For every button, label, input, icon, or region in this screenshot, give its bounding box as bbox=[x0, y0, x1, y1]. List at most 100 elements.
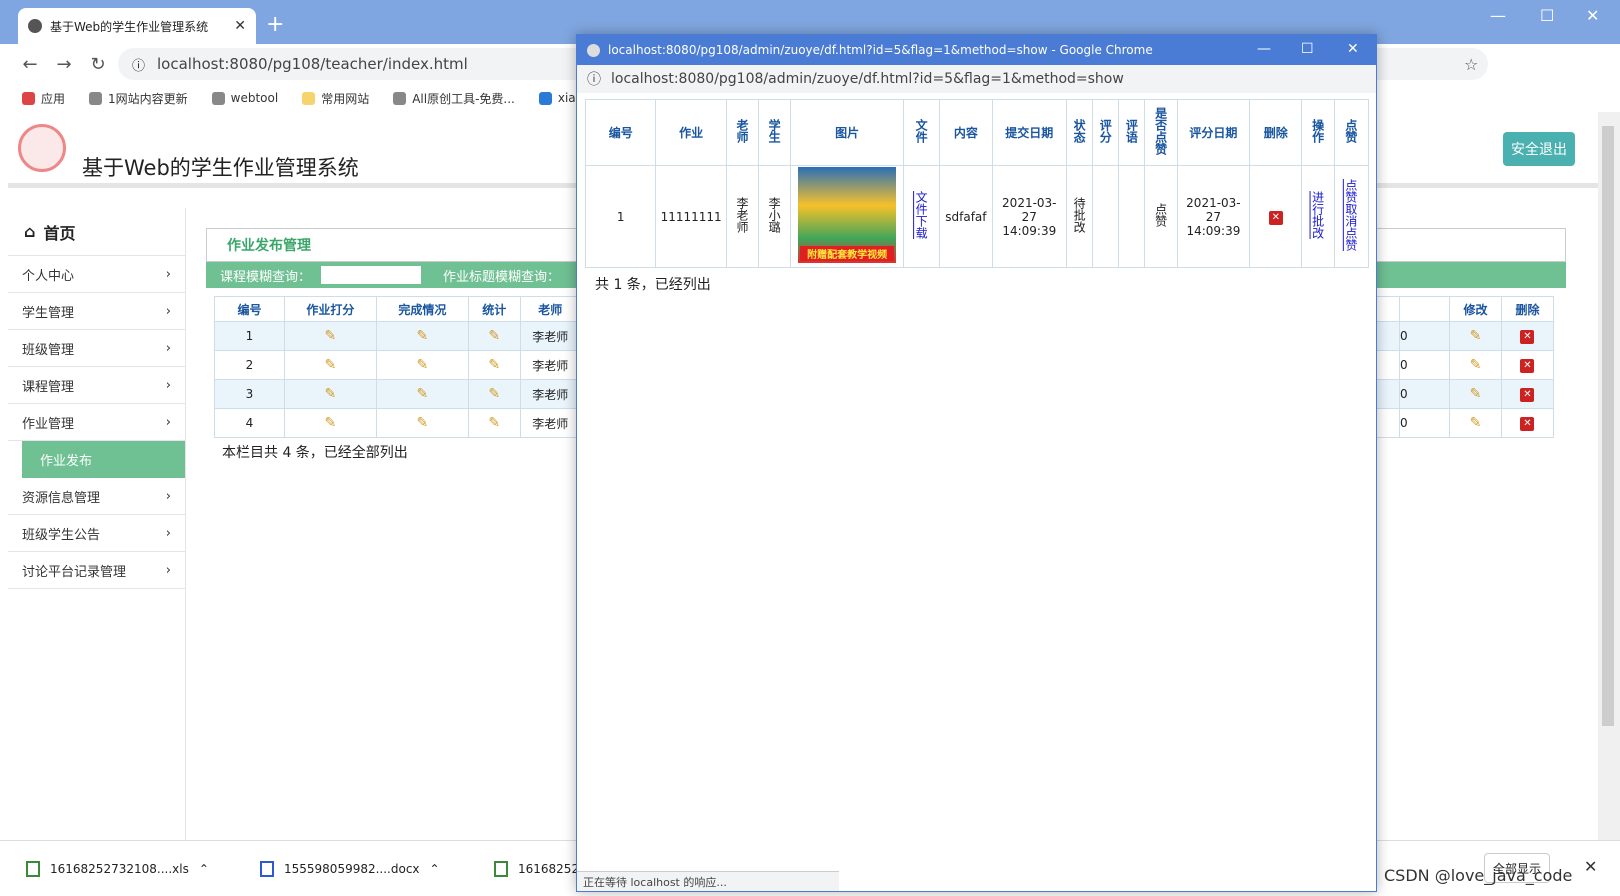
pencil-icon[interactable]: ✎ bbox=[325, 386, 337, 402]
delete-icon[interactable]: ✕ bbox=[1520, 359, 1535, 373]
col-header: 点赞 bbox=[1343, 119, 1358, 143]
bookmark-item[interactable]: 常用网站 bbox=[302, 90, 369, 107]
popup-address: ⓘ localhost:8080/pg108/admin/zuoye/df.ht… bbox=[577, 65, 1376, 93]
delete-icon[interactable]: ✕ bbox=[1268, 210, 1283, 225]
pencil-icon[interactable]: ✎ bbox=[416, 386, 428, 402]
col-header: 完成情况 bbox=[375, 296, 469, 322]
pencil-icon[interactable]: ✎ bbox=[488, 357, 500, 373]
sidebar-item-homework[interactable]: 作业管理 › bbox=[8, 404, 185, 441]
pencil-icon[interactable]: ✎ bbox=[416, 357, 428, 373]
download-item[interactable]: 16168252732108....xls ⌃ bbox=[26, 860, 226, 877]
col-header: 老师 bbox=[734, 119, 749, 143]
col-header: 操作 bbox=[1310, 119, 1325, 143]
book-cover-image[interactable]: 附赠配套教学视频 bbox=[798, 167, 897, 263]
col-header: 作业 bbox=[655, 99, 727, 166]
new-tab-button[interactable]: + bbox=[266, 12, 284, 37]
info-icon: ⓘ bbox=[132, 58, 146, 74]
pencil-icon[interactable]: ✎ bbox=[416, 328, 428, 344]
browser-tab[interactable]: 基于Web的学生作业管理系统 ✕ bbox=[18, 8, 256, 44]
bookmark-item[interactable]: 1网站内容更新 bbox=[89, 90, 188, 107]
popup-url: localhost:8080/pg108/admin/zuoye/df.html… bbox=[611, 71, 1124, 87]
maximize-icon[interactable]: ☐ bbox=[1540, 6, 1554, 25]
chevron-right-icon: › bbox=[165, 303, 171, 319]
scroll-thumb[interactable] bbox=[1602, 126, 1614, 726]
docx-file-icon bbox=[260, 860, 274, 877]
table-row: 1 11111111 李老师 李小璐 附赠配套教学视频 文件下载 sdfafaf… bbox=[584, 165, 1370, 268]
sidebar-subitem-publish[interactable]: 作业发布 bbox=[22, 441, 185, 478]
popup-maximize-icon[interactable]: ☐ bbox=[1301, 41, 1314, 57]
course-search-label: 课程模糊查询： bbox=[220, 269, 312, 285]
cell-content: sdfafaf bbox=[939, 165, 993, 268]
popup-titlebar: localhost:8080/pg108/admin/zuoye/df.html… bbox=[577, 35, 1376, 65]
course-search-input[interactable] bbox=[321, 266, 422, 284]
logo-icon bbox=[18, 124, 66, 172]
delete-icon[interactable]: ✕ bbox=[1520, 388, 1535, 402]
globe-icon bbox=[587, 43, 600, 57]
chevron-right-icon: › bbox=[165, 377, 171, 393]
bookmark-item[interactable]: webtool bbox=[211, 91, 278, 105]
col-header-hidden bbox=[1399, 296, 1450, 322]
sidebar-item-discussion[interactable]: 讨论平台记录管理 › bbox=[8, 552, 185, 589]
home-icon: ⌂ bbox=[24, 222, 36, 241]
edit-icon[interactable]: ✎ bbox=[1470, 415, 1482, 431]
delete-icon[interactable]: ✕ bbox=[1520, 417, 1535, 431]
back-icon[interactable]: ← bbox=[16, 54, 44, 75]
status-bar: 正在等待 localhost 的响应... bbox=[577, 871, 839, 891]
sidebar-item-notices[interactable]: 班级学生公告 › bbox=[8, 515, 185, 552]
edit-icon[interactable]: ✎ bbox=[1470, 328, 1482, 344]
delete-icon[interactable]: ✕ bbox=[1520, 330, 1535, 344]
col-header: 统计 bbox=[467, 296, 521, 322]
grade-link[interactable]: 进行批改 bbox=[1310, 191, 1327, 239]
close-tab-icon[interactable]: ✕ bbox=[234, 18, 246, 34]
col-header: 提交日期 bbox=[991, 99, 1068, 166]
col-header: 评分 bbox=[1098, 119, 1113, 143]
edit-icon[interactable]: ✎ bbox=[1470, 357, 1482, 373]
sidebar-home[interactable]: ⌂ 首页 bbox=[8, 208, 185, 256]
chevron-up-icon: ⌃ bbox=[429, 861, 440, 876]
pencil-icon[interactable]: ✎ bbox=[325, 328, 337, 344]
url-text: localhost:8080/pg108/teacher/index.html bbox=[157, 55, 468, 73]
download-item[interactable]: 155598059982....docx ⌃ bbox=[260, 860, 460, 877]
edit-icon[interactable]: ✎ bbox=[1470, 386, 1482, 402]
sidebar-item-courses[interactable]: 课程管理 › bbox=[8, 367, 185, 404]
bookmark-item[interactable]: xia bbox=[538, 91, 576, 105]
popup-window: localhost:8080/pg108/admin/zuoye/df.html… bbox=[576, 34, 1377, 892]
col-header: 评语 bbox=[1124, 119, 1139, 143]
cell-score-date: 2021-03-27 14:09:39 bbox=[1176, 165, 1251, 268]
col-header: 编号 bbox=[214, 296, 285, 322]
pencil-icon[interactable]: ✎ bbox=[325, 357, 337, 373]
chevron-right-icon: › bbox=[165, 414, 171, 430]
reload-icon[interactable]: ↻ bbox=[84, 54, 112, 75]
forward-icon[interactable]: → bbox=[50, 54, 78, 75]
pencil-icon[interactable]: ✎ bbox=[488, 328, 500, 344]
sidebar-item-personal[interactable]: 个人中心 › bbox=[8, 256, 185, 293]
bookmark-item[interactable]: All原创工具-免费... bbox=[393, 90, 515, 107]
pencil-icon[interactable]: ✎ bbox=[488, 386, 500, 402]
popup-minimize-icon[interactable]: — bbox=[1257, 41, 1271, 57]
star-icon[interactable]: ☆ bbox=[1464, 55, 1478, 74]
bookmark-item[interactable]: 应用 bbox=[22, 90, 65, 107]
tab-title: 基于Web的学生作业管理系统 bbox=[50, 19, 209, 34]
popup-close-icon[interactable]: ✕ bbox=[1347, 41, 1359, 57]
xls-file-icon bbox=[494, 860, 508, 877]
col-header: 作业打分 bbox=[283, 296, 377, 322]
submission-table: 编号 作业 老师 学生 图片 文件 内容 提交日期 状态 评分 评语 是否点赞 … bbox=[584, 99, 1370, 268]
file-download-link[interactable]: 文件下载 bbox=[913, 191, 930, 239]
col-header: 删除 bbox=[1249, 99, 1303, 166]
sidebar-item-resources[interactable]: 资源信息管理 › bbox=[8, 478, 185, 515]
logout-button[interactable]: 安全退出 bbox=[1503, 132, 1575, 166]
chevron-right-icon: › bbox=[165, 562, 171, 578]
minimize-icon[interactable]: — bbox=[1490, 6, 1506, 25]
title-search-label: 作业标题模糊查询： bbox=[443, 269, 561, 285]
pencil-icon[interactable]: ✎ bbox=[325, 415, 337, 431]
col-header: 删除 bbox=[1500, 296, 1555, 322]
pencil-icon[interactable]: ✎ bbox=[488, 415, 500, 431]
sidebar-item-classes[interactable]: 班级管理 › bbox=[8, 330, 185, 367]
window-close-icon[interactable]: ✕ bbox=[1586, 6, 1599, 25]
vertical-scrollbar[interactable] bbox=[1598, 112, 1620, 840]
sidebar-item-students[interactable]: 学生管理 › bbox=[8, 293, 185, 330]
close-download-bar-icon[interactable]: ✕ bbox=[1584, 857, 1597, 876]
cell-comment bbox=[1118, 165, 1146, 268]
pencil-icon[interactable]: ✎ bbox=[416, 415, 428, 431]
like-toggle-link[interactable]: 点赞取消点赞 bbox=[1343, 179, 1360, 251]
